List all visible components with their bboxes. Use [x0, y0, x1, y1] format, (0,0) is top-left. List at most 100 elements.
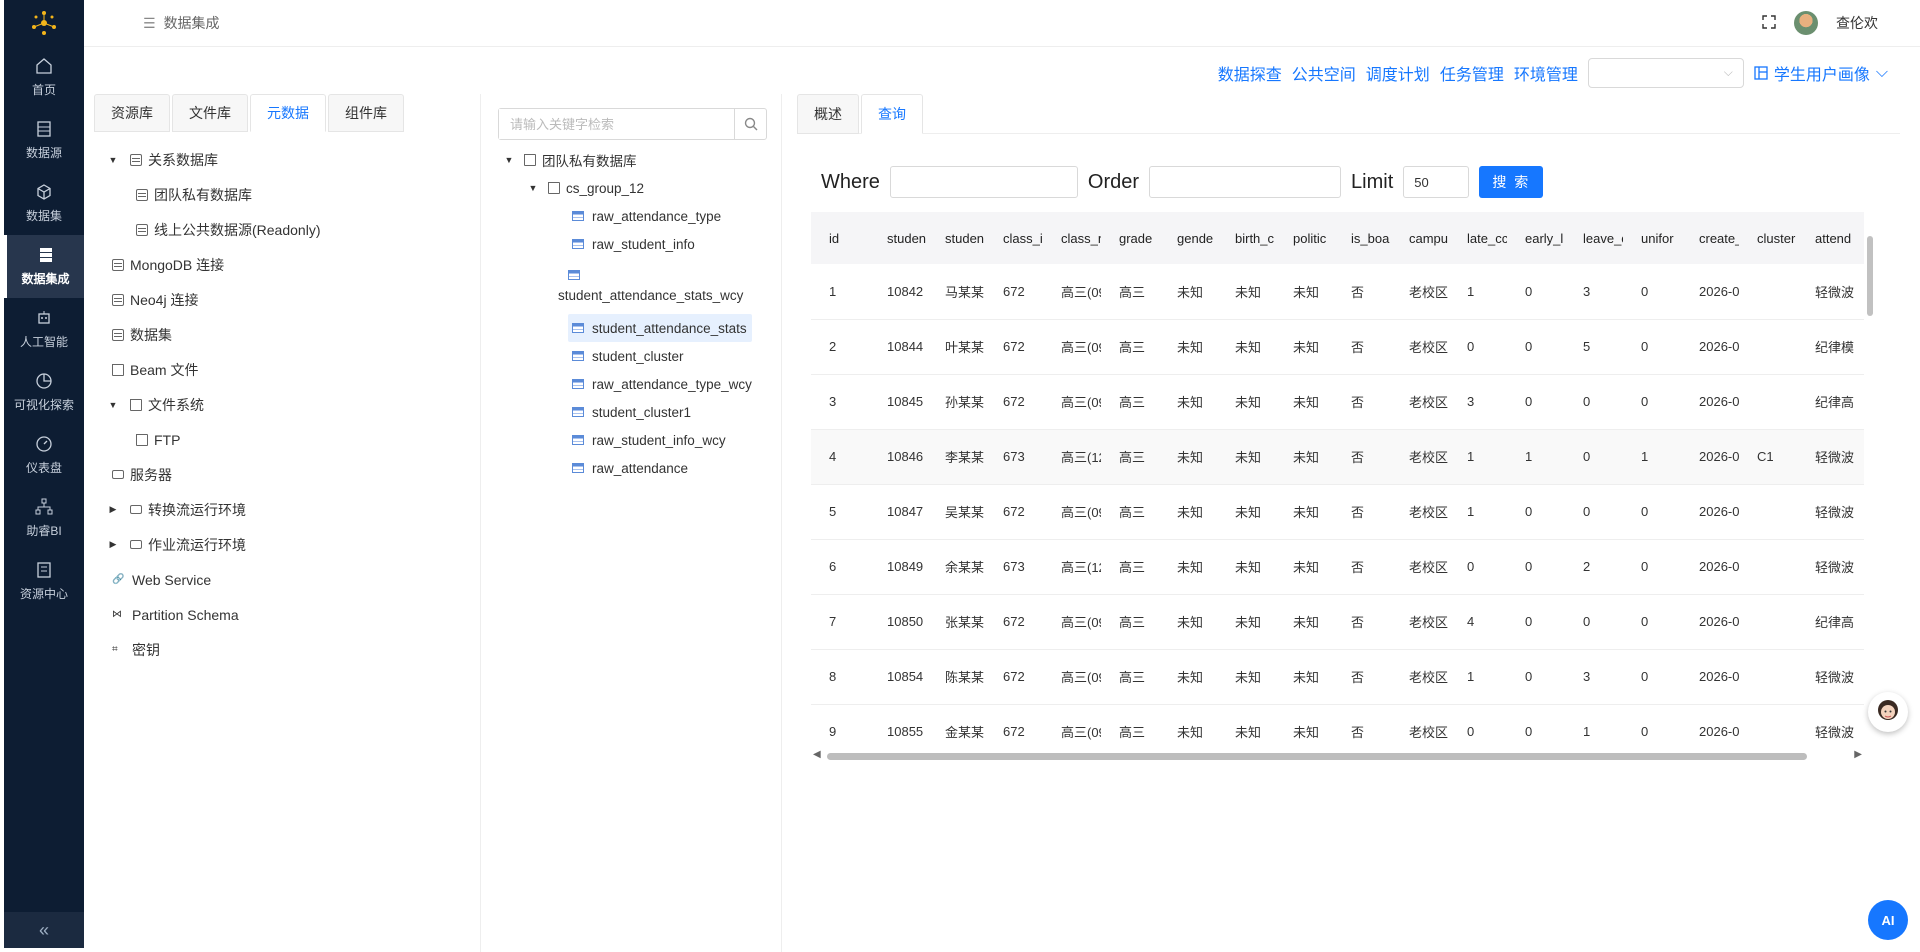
table-row[interactable]: 510847吴某某672高三(09)高三未知未知未知否老校区10002026-0… [811, 484, 1864, 540]
table-node[interactable]: student_cluster [568, 342, 752, 370]
tree-node[interactable]: ▼ 文件系统 [94, 387, 480, 422]
caret-down-icon[interactable]: ▼ [526, 183, 540, 193]
sidebar-item-8[interactable]: 资源中心 [4, 550, 84, 613]
order-input[interactable] [1149, 166, 1342, 198]
column-header[interactable]: studen [869, 212, 927, 264]
nav-schedule-plan[interactable]: 调度计划 [1366, 61, 1430, 85]
profile-dropdown[interactable]: 学生用户画像 ⌵ [1754, 61, 1888, 85]
column-header[interactable]: gende [1159, 212, 1217, 264]
column-header[interactable]: grade [1101, 212, 1159, 264]
caret-down-icon[interactable]: ▼ [502, 155, 516, 165]
search-button[interactable] [734, 109, 766, 139]
tree-node[interactable]: 线上公共数据源(Readonly) [94, 212, 480, 247]
tree-node[interactable]: ⋈ Partition Schema [94, 597, 480, 632]
nav-env-manage[interactable]: 环境管理 [1514, 61, 1578, 85]
tree-node[interactable]: ▶ 作业流运行环境 [94, 527, 480, 562]
horizontal-scrollbar[interactable]: ◀ ▶ [811, 749, 1864, 762]
tree-node[interactable]: 数据集 [94, 317, 480, 352]
tree-node[interactable]: 🔗 Web Service [94, 562, 480, 597]
tree-node[interactable]: FTP [94, 422, 480, 457]
tree-node[interactable]: MongoDB 连接 [94, 247, 480, 282]
query-search-button[interactable]: 搜 索 [1479, 166, 1544, 198]
vertical-scrollbar[interactable] [1866, 224, 1874, 674]
table-row[interactable]: 810854陈某某672高三(09)高三未知未知未知否老校区10302026-0… [811, 649, 1864, 705]
where-input[interactable] [889, 166, 1078, 198]
column-header[interactable]: class_i [985, 212, 1043, 264]
tab-0[interactable]: 概述 [797, 94, 859, 134]
tree-node[interactable]: Neo4j 连接 [94, 282, 480, 317]
column-header[interactable]: politic [1275, 212, 1333, 264]
column-header[interactable]: early_l [1507, 212, 1565, 264]
table-node[interactable]: raw_attendance [568, 454, 752, 482]
assistant-avatar-button[interactable] [1868, 692, 1908, 732]
table-node[interactable]: student_cluster1 [568, 398, 752, 426]
tab-1[interactable]: 查询 [861, 94, 923, 134]
db-root-node[interactable]: ▼ 团队私有数据库 [502, 146, 752, 174]
table-node[interactable]: raw_attendance_type [568, 202, 752, 230]
sidebar-item-6[interactable]: 仪表盘 [4, 424, 84, 487]
tree-node[interactable]: Beam 文件 [94, 352, 480, 387]
column-header[interactable]: attend [1797, 212, 1864, 264]
table-cell: 轻微波 [1797, 539, 1864, 595]
sidebar-item-0[interactable]: 首页 [4, 46, 84, 109]
table-row[interactable]: 610849余某某673高三(12)高三未知未知未知否老校区00202026-0… [811, 539, 1864, 595]
tab-3[interactable]: 组件库 [328, 94, 404, 132]
tab-2[interactable]: 元数据 [250, 94, 326, 132]
scroll-left-icon[interactable]: ◀ [813, 749, 821, 760]
app-logo[interactable] [4, 0, 84, 46]
column-header[interactable]: id [811, 212, 869, 264]
caret-right-icon[interactable]: ▶ [106, 504, 120, 515]
menu-icon[interactable]: ☰ [143, 15, 156, 32]
ai-button[interactable]: AI [1868, 900, 1908, 940]
avatar[interactable] [1794, 11, 1818, 35]
sidebar-item-1[interactable]: 数据源 [4, 109, 84, 172]
table-row[interactable]: 910855金某某672高三(09)高三未知未知未知否老校区00102026-0… [811, 704, 1864, 752]
collapse-sidebar-button[interactable]: « [4, 912, 84, 948]
sidebar-item-5[interactable]: 可视化探索 [4, 361, 84, 424]
column-header[interactable]: late_cc [1449, 212, 1507, 264]
tree-node[interactable]: ▼ 关系数据库 [94, 142, 480, 177]
table-row[interactable]: 210844叶某某672高三(09)高三未知未知未知否老校区00502026-0… [811, 319, 1864, 375]
table-node[interactable]: student_attendance_stats [568, 314, 752, 342]
tab-1[interactable]: 文件库 [172, 94, 248, 132]
nav-task-manage[interactable]: 任务管理 [1440, 61, 1504, 85]
tab-0[interactable]: 资源库 [94, 94, 170, 132]
sidebar-item-7[interactable]: 助睿BI [4, 487, 84, 550]
table-node[interactable]: raw_attendance_type_wcy [568, 370, 752, 398]
nav-data-explore[interactable]: 数据探查 [1218, 61, 1282, 85]
column-header[interactable]: create_ [1681, 212, 1739, 264]
column-header[interactable]: class_n [1043, 212, 1101, 264]
table-row[interactable]: 110842马某某672高三(09)高三未知未知未知否老校区10302026-0… [811, 264, 1864, 320]
column-header[interactable]: campu [1391, 212, 1449, 264]
fullscreen-icon[interactable] [1762, 14, 1776, 32]
schema-node[interactable]: ▼ cs_group_12 [502, 174, 752, 202]
caret-down-icon[interactable]: ▼ [106, 155, 120, 165]
nav-public-space[interactable]: 公共空间 [1292, 61, 1356, 85]
column-header[interactable]: leave_c [1565, 212, 1623, 264]
sidebar-item-3[interactable]: 数据集成 [4, 235, 84, 298]
sidebar-item-4[interactable]: 人工智能 [4, 298, 84, 361]
caret-right-icon[interactable]: ▶ [106, 539, 120, 550]
table-node[interactable]: raw_student_info [568, 230, 752, 258]
tree-node[interactable]: ▶ 转换流运行环境 [94, 492, 480, 527]
tree-node[interactable]: ⌗ 密钥 [94, 632, 480, 667]
table-row[interactable]: 710850张某某672高三(09)高三未知未知未知否老校区40002026-0… [811, 594, 1864, 650]
table-row[interactable]: 410846李某某673高三(12高三未知未知未知否老校区11012026-0C… [811, 429, 1864, 485]
table-search-input[interactable] [499, 109, 734, 139]
column-header[interactable]: is_boa [1333, 212, 1391, 264]
column-header[interactable]: studen [927, 212, 985, 264]
project-select[interactable]: ⌵ [1587, 58, 1744, 88]
sidebar-item-2[interactable]: 数据集 [4, 172, 84, 235]
scroll-right-icon[interactable]: ▶ [1854, 749, 1862, 760]
table-node[interactable]: student_attendance_stats_wcy [558, 258, 752, 314]
column-header[interactable]: unifor [1623, 212, 1681, 264]
limit-input[interactable]: 50 [1403, 166, 1470, 198]
column-header[interactable]: cluster [1739, 212, 1797, 264]
column-header[interactable]: birth_c [1217, 212, 1275, 264]
tree-node[interactable]: 服务器 [94, 457, 480, 492]
table-node[interactable]: raw_student_info_wcy [568, 426, 752, 454]
tree-node[interactable]: 团队私有数据库 [94, 177, 480, 212]
table-row[interactable]: 310845孙某某672高三(09)高三未知未知未知否老校区30002026-0… [811, 374, 1864, 430]
username[interactable]: 查伦欢 [1836, 13, 1878, 33]
caret-down-icon[interactable]: ▼ [106, 400, 120, 410]
